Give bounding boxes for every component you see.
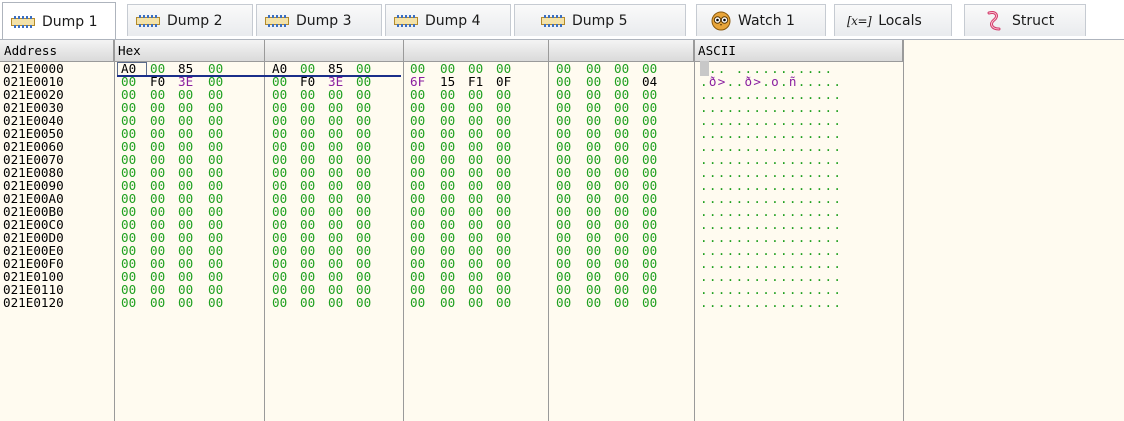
tab-label: Locals [878, 12, 922, 29]
memory-dump-icon [265, 14, 289, 28]
hex-byte[interactable]: 00 [440, 296, 455, 309]
memory-dump-icon [136, 14, 160, 28]
tab-label: Struct [1012, 12, 1055, 29]
ascii-column-header[interactable]: ASCII [694, 40, 903, 61]
tab-label: Dump 1 [42, 13, 98, 30]
tab-dump-1[interactable]: Dump 1 [2, 2, 116, 40]
memory-dump-icon [11, 15, 35, 29]
tab-label: Dump 5 [572, 12, 628, 29]
dump-row[interactable]: 021E0120 00 00 00 00 00 00 00 00 00 00 00 00 00 00 00 00… [0, 296, 903, 309]
tab-label: Watch 1 [738, 12, 795, 29]
memory-dump-icon [541, 14, 565, 28]
ascii-text[interactable]: ................ [700, 296, 842, 309]
tab-dump-2[interactable]: Dump 2 [127, 4, 253, 36]
hex-byte[interactable]: 00 [586, 296, 601, 309]
tab-label: Dump 2 [167, 12, 223, 29]
hex-byte[interactable]: 00 [208, 296, 223, 309]
tab-struct[interactable]: Struct [964, 4, 1086, 36]
locals-x-icon: [x=] [847, 13, 872, 28]
row-address[interactable]: 021E0120 [3, 296, 64, 309]
memory-dump-icon [394, 14, 418, 28]
hex-byte[interactable]: 00 [556, 296, 571, 309]
column-header: Address Hex ASCII [0, 40, 903, 62]
tab-watch-1[interactable]: Watch 1 [696, 4, 826, 36]
selected-byte-cursor [117, 62, 147, 76]
tab-label: Dump 3 [296, 12, 352, 29]
tab-locals[interactable]: [x=] Locals [834, 4, 952, 36]
column-divider [903, 40, 904, 421]
hex-byte[interactable]: 00 [272, 296, 287, 309]
hex-byte[interactable]: 00 [150, 296, 165, 309]
dump-tab-strip: Dump 1 Dump 2 Dump 3 Dump 4 Dump 5 Watch… [0, 0, 1124, 40]
tab-label: Dump 4 [425, 12, 481, 29]
hex-byte[interactable]: 00 [496, 296, 511, 309]
address-column-header[interactable]: Address [0, 40, 114, 61]
hex-byte[interactable]: 00 [468, 296, 483, 309]
hex-byte[interactable]: 00 [614, 296, 629, 309]
selection-underline [117, 75, 401, 77]
hex-byte[interactable]: 00 [178, 296, 193, 309]
watch-owl-icon [711, 11, 731, 31]
hex-byte[interactable]: 00 [328, 296, 343, 309]
hex-dump-pane[interactable]: Address Hex ASCII 021E0000 A0 00 85 00 A0 00 85… [0, 40, 1124, 421]
tab-dump-3[interactable]: Dump 3 [256, 4, 382, 36]
hex-byte[interactable]: 00 [642, 296, 657, 309]
tab-dump-5[interactable]: Dump 5 [514, 4, 686, 36]
hex-byte[interactable]: 00 [356, 296, 371, 309]
hex-byte[interactable]: 00 [300, 296, 315, 309]
struct-icon [983, 10, 1005, 32]
hex-byte[interactable]: 00 [410, 296, 425, 309]
tab-dump-4[interactable]: Dump 4 [385, 4, 511, 36]
hex-column-header[interactable]: Hex [114, 40, 694, 61]
hex-byte[interactable]: 00 [121, 296, 136, 309]
